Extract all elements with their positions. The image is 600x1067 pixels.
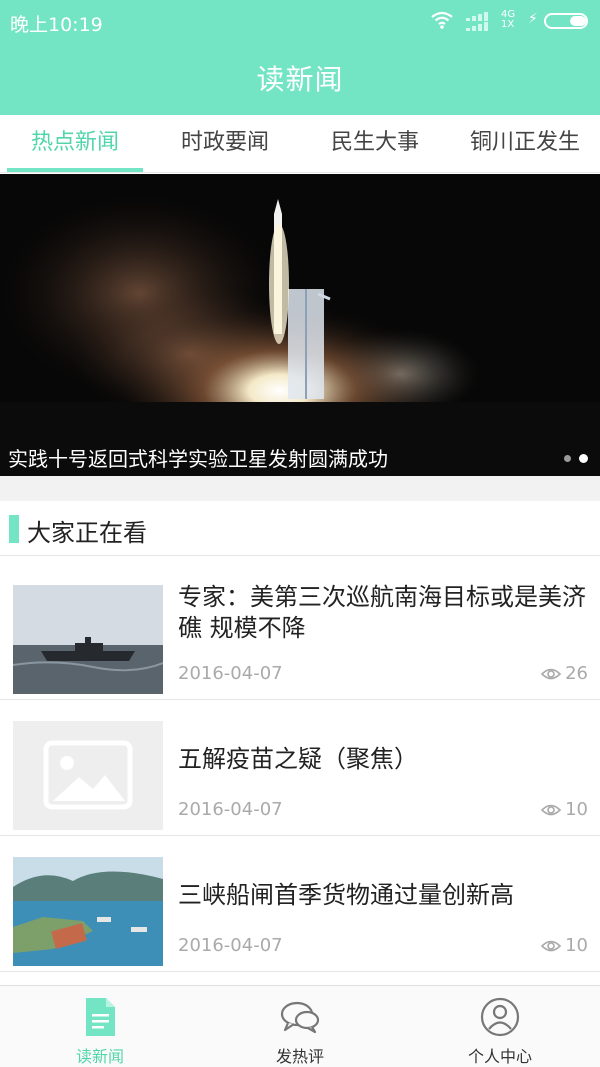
ship-photo [13, 585, 163, 694]
view-count-value: 26 [565, 663, 588, 684]
eye-icon [541, 940, 562, 951]
news-headline[interactable]: 专家：美第三次巡航南海目标或是美济礁 规模不降 [178, 582, 588, 644]
divider [0, 476, 600, 501]
user-circle-icon [480, 997, 520, 1037]
carousel-indicator [564, 454, 588, 463]
view-count: 10 [541, 935, 588, 956]
news-date: 2016-04-07 [178, 935, 283, 956]
tab-tongchuan[interactable]: 铜川正发生 [450, 115, 600, 172]
signal-bars-icon [466, 12, 488, 31]
news-date: 2016-04-07 [178, 663, 283, 684]
banner-carousel[interactable]: 实践十号返回式科学实验卫星发射圆满成功 [0, 174, 600, 476]
status-bar: 晚上10:19 4G 1X ⚡ [0, 0, 600, 44]
category-tabs: 热点新闻 时政要闻 民生大事 铜川正发生 [0, 115, 600, 173]
nav-label: 个人中心 [467, 1047, 532, 1066]
carousel-dot-2[interactable] [579, 454, 588, 463]
carousel-dot-1[interactable] [564, 455, 571, 462]
network-type: 4G 1X [501, 10, 515, 30]
news-date: 2016-04-07 [178, 799, 283, 820]
news-headline[interactable]: 五解疫苗之疑（聚焦） [178, 744, 588, 775]
list-item[interactable]: 三峡船闸首季货物通过量创新高 2016-04-07 10 [0, 836, 600, 972]
bottom-navigation: 读新闻 发热评 个人中心 [0, 985, 600, 1067]
view-count-value: 10 [565, 799, 588, 820]
section-title: 大家正在看 [27, 519, 147, 547]
eye-icon [541, 668, 562, 679]
tab-politics[interactable]: 时政要闻 [150, 115, 300, 172]
news-headline[interactable]: 三峡船闸首季货物通过量创新高 [178, 880, 588, 911]
page-title: 读新闻 [256, 63, 344, 96]
app-header: 晚上10:19 4G 1X ⚡ 读新闻 [0, 0, 600, 115]
status-time: 晚上10:19 [10, 14, 103, 36]
nav-label: 读新闻 [75, 1047, 124, 1066]
nav-profile[interactable]: 个人中心 [400, 986, 600, 1067]
list-item[interactable]: 五解疫苗之疑（聚焦） 2016-04-07 10 [0, 700, 600, 836]
charging-icon: ⚡ [528, 11, 538, 27]
river-locks-photo [13, 857, 163, 966]
view-count: 10 [541, 799, 588, 820]
nav-hot-comments[interactable]: 发热评 [200, 986, 400, 1067]
section-header: 大家正在看 [0, 501, 600, 556]
nav-read-news[interactable]: 读新闻 [0, 986, 200, 1067]
view-count: 26 [541, 663, 588, 684]
banner-caption: 实践十号返回式科学实验卫星发射圆满成功 [8, 447, 388, 471]
tab-hot-news[interactable]: 热点新闻 [0, 115, 150, 172]
tab-livelihood[interactable]: 民生大事 [300, 115, 450, 172]
view-count-value: 10 [565, 935, 588, 956]
chat-bubbles-icon [280, 1001, 320, 1034]
eye-icon [541, 804, 562, 815]
document-icon [86, 998, 115, 1036]
network-1x-label: 1X [501, 19, 515, 30]
nav-label: 发热评 [275, 1047, 324, 1066]
section-accent-bar [9, 515, 19, 543]
list-item[interactable]: 专家：美第三次巡航南海目标或是美济礁 规模不降 2016-04-07 26 [0, 564, 600, 700]
battery-icon [544, 13, 588, 29]
image-placeholder-icon [13, 721, 163, 830]
wifi-icon [431, 11, 453, 29]
rocket-launch-image [0, 174, 600, 476]
